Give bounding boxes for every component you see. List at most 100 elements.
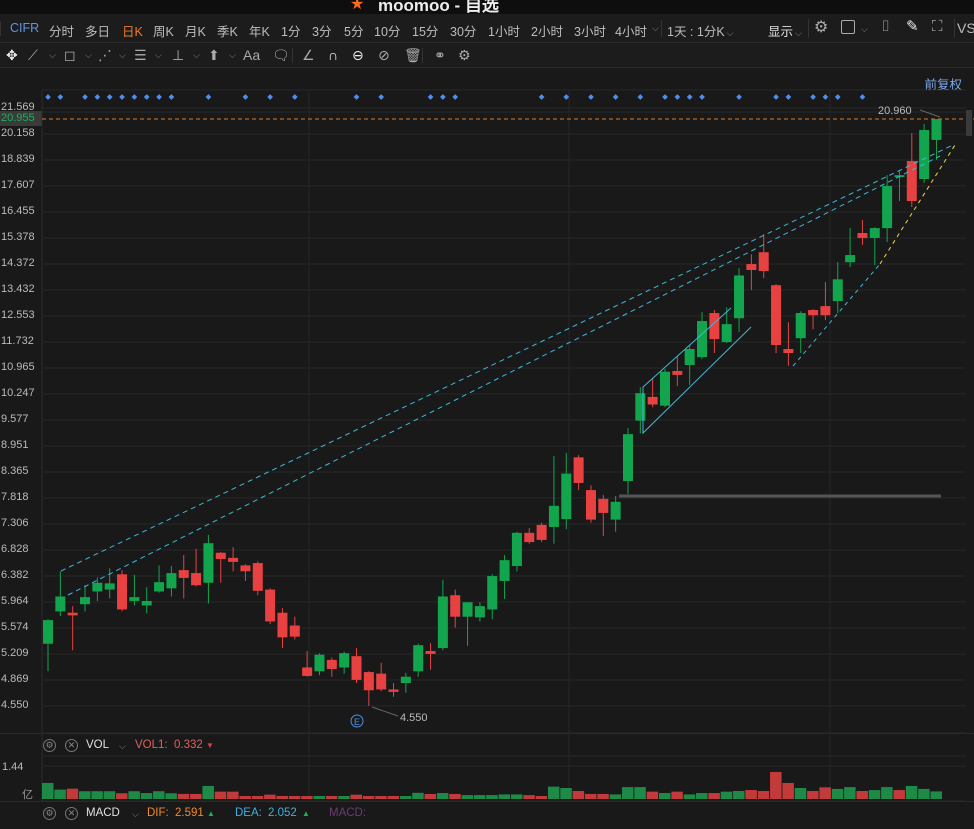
volume-bar bbox=[412, 792, 424, 799]
candle bbox=[746, 254, 757, 291]
macd-indicator-name[interactable]: MACD bbox=[86, 807, 120, 819]
event-marker bbox=[94, 94, 101, 100]
volume-bar bbox=[449, 793, 461, 799]
candle bbox=[55, 571, 66, 617]
candle-body bbox=[154, 582, 165, 592]
candle bbox=[684, 345, 695, 386]
event-marker bbox=[612, 94, 619, 100]
volume-bar bbox=[54, 789, 66, 799]
candle bbox=[376, 662, 387, 692]
volume-indicator-name[interactable]: VOL bbox=[86, 739, 109, 751]
volume-bar bbox=[597, 793, 609, 799]
volume-bar bbox=[350, 794, 362, 799]
close-icon[interactable]: ✕ bbox=[65, 739, 78, 752]
event-marker bbox=[353, 94, 360, 100]
volume-bar bbox=[720, 791, 733, 799]
volume-bar bbox=[498, 794, 511, 799]
candle bbox=[660, 368, 670, 408]
candle-body bbox=[758, 252, 769, 272]
candle bbox=[80, 585, 91, 612]
candle bbox=[647, 378, 658, 408]
candle bbox=[524, 528, 535, 544]
chevron-down-icon[interactable]: ⌵ bbox=[119, 741, 126, 752]
candle bbox=[474, 602, 485, 622]
candle-body bbox=[869, 228, 880, 238]
candle bbox=[302, 651, 313, 677]
volume-bar bbox=[819, 787, 831, 799]
volume-bar bbox=[362, 796, 375, 799]
candle-body bbox=[302, 667, 313, 676]
candle-body bbox=[339, 653, 350, 668]
volume-bar bbox=[116, 793, 128, 799]
event-marker bbox=[785, 94, 792, 100]
volume-bar bbox=[91, 791, 103, 799]
gear-icon[interactable]: ⚙ bbox=[43, 807, 56, 820]
scrollbar[interactable] bbox=[966, 110, 972, 136]
vol1-label: VOL1: bbox=[135, 739, 168, 751]
candle bbox=[548, 456, 559, 544]
volume-unit-label: 亿 bbox=[22, 788, 33, 801]
candle-body bbox=[400, 676, 411, 684]
volume-bar bbox=[325, 796, 338, 799]
event-marker bbox=[57, 94, 64, 100]
candle bbox=[573, 455, 584, 491]
volume-bar bbox=[301, 796, 313, 799]
candle-body bbox=[166, 573, 177, 589]
candle bbox=[709, 310, 720, 354]
candle-body bbox=[721, 324, 732, 343]
candle bbox=[598, 494, 609, 537]
event-marker bbox=[267, 94, 273, 100]
volume-bar bbox=[473, 795, 486, 799]
candle bbox=[820, 282, 831, 321]
event-marker bbox=[440, 94, 446, 100]
low-price-label: 4.550 bbox=[400, 712, 428, 724]
chevron-down-icon[interactable]: ⌵ bbox=[132, 809, 139, 820]
up-arrow-icon: ▲ bbox=[302, 809, 310, 818]
candle-body bbox=[832, 279, 843, 302]
candle bbox=[635, 387, 646, 434]
volume-bar bbox=[745, 790, 757, 799]
candle-body bbox=[314, 654, 325, 672]
candle bbox=[43, 619, 53, 672]
volume-bar bbox=[621, 787, 634, 799]
candlestick-chart[interactable]: 20.960 4.550 E 1.44 亿 bbox=[0, 0, 974, 829]
candle bbox=[610, 495, 621, 532]
vol1-value: 0.332 bbox=[174, 739, 203, 751]
candle-body bbox=[437, 596, 448, 649]
event-marker bbox=[822, 94, 829, 100]
candle-body bbox=[783, 349, 794, 354]
up-arrow-icon: ▲ bbox=[207, 809, 215, 818]
event-marker bbox=[773, 94, 779, 100]
candle bbox=[672, 356, 683, 387]
gear-icon[interactable]: ⚙ bbox=[43, 739, 56, 752]
close-icon[interactable]: ✕ bbox=[65, 807, 78, 820]
candle bbox=[783, 322, 794, 366]
candle bbox=[117, 570, 128, 612]
volume-bar bbox=[165, 793, 177, 799]
candle-body bbox=[203, 543, 214, 583]
candle-body bbox=[129, 597, 140, 601]
volume-bar bbox=[584, 793, 597, 799]
candle-body bbox=[697, 321, 708, 358]
event-marker bbox=[119, 94, 125, 100]
candle-body bbox=[277, 612, 288, 638]
parallel-channel bbox=[642, 307, 752, 435]
volume-bar bbox=[634, 787, 646, 799]
candle bbox=[314, 653, 325, 676]
volume-bar bbox=[671, 791, 683, 799]
volume-bar bbox=[856, 790, 868, 799]
low-leader-line bbox=[371, 706, 399, 717]
event-marker bbox=[699, 94, 705, 100]
volume-bar bbox=[436, 793, 449, 799]
candle-body bbox=[573, 457, 584, 483]
volume-bar bbox=[79, 791, 91, 799]
candle-body bbox=[598, 498, 609, 513]
candle bbox=[203, 534, 214, 604]
candle bbox=[906, 133, 917, 208]
candle-body bbox=[252, 563, 263, 591]
candle bbox=[326, 657, 337, 677]
candle bbox=[265, 588, 276, 625]
trend-line-lower bbox=[67, 155, 941, 596]
candle bbox=[808, 309, 819, 330]
event-marker bbox=[563, 94, 570, 100]
